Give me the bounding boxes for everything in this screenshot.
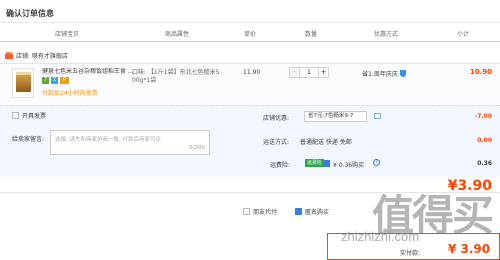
message-char-count: 0/200: [189, 145, 205, 151]
page-title: 确认订单信息: [6, 9, 54, 18]
column-header: 商品属性: [165, 31, 190, 38]
chat-icon[interactable]: [374, 113, 381, 119]
shop-info[interactable]: 店铺: 够有才旗舰店: [5, 50, 68, 60]
consumer-protection-icon[interactable]: X: [51, 77, 58, 84]
coupon-amount: -7.00: [474, 113, 492, 120]
insurance-amount: 0.36: [477, 160, 492, 167]
friend-pay-checkbox[interactable]: [243, 208, 250, 215]
decrease-quantity-button[interactable]: −: [289, 67, 300, 78]
watermark-url: zhizhizhi.com: [341, 229, 420, 244]
insurance-price: ¥ 0.36购买: [333, 162, 365, 169]
unit-price: 11.90: [243, 69, 261, 76]
insurance-checkbox[interactable]: [323, 160, 330, 167]
shipping-method: 普通配送 快递 免邮: [300, 139, 352, 146]
product-attributes: 口味: 【1斤1袋】东北七色糙米5 00g*1袋: [132, 69, 220, 84]
shop-name: 店铺: 够有才旗舰店: [16, 52, 68, 60]
insurance-badge: 运费险: [305, 159, 325, 167]
column-header: 小计: [457, 31, 470, 38]
shop-icon: [5, 51, 13, 59]
shipping-amount: 0.00: [477, 137, 492, 144]
shield-icon: [399, 70, 406, 77]
message-placeholder: 选填, 请先和商家协商一致, 付款后商家可见: [55, 137, 161, 143]
friend-pay-option[interactable]: 朋友代付: [243, 207, 277, 216]
anonymous-option[interactable]: 匿名购买: [295, 207, 329, 216]
quantity-input[interactable]: 1: [300, 67, 318, 78]
seven-day-return-icon[interactable]: 7: [42, 77, 49, 84]
insurance-label: 运费险:: [270, 162, 291, 169]
shipping-label: 运送方式:: [263, 139, 290, 146]
column-header: 数量: [305, 31, 318, 38]
invoice-checkbox[interactable]: [12, 112, 19, 119]
coupon-select[interactable]: 省7元:7色糙米9-7: [304, 111, 367, 122]
anonymous-checkbox[interactable]: [295, 208, 302, 215]
coupon-label: 店铺优惠:: [263, 115, 290, 122]
help-icon[interactable]: ?: [373, 159, 380, 166]
invoice-label: 开具发票: [22, 113, 47, 120]
table-header: 店铺宝贝 商品属性 单价 数量 优惠方式 小计: [0, 27, 500, 39]
product-image: [16, 74, 31, 92]
column-header: 单价: [244, 31, 257, 38]
payment-badge-icon[interactable]: P: [60, 77, 69, 84]
product-thumbnail[interactable]: [12, 68, 34, 98]
seller-message-textarea[interactable]: 选填, 请先和商家协商一致, 付款后商家可见 0/200: [50, 130, 210, 155]
header-divider: [0, 41, 500, 42]
pay-label: 实付款:: [400, 250, 421, 257]
title-divider: [0, 22, 500, 23]
order-confirm-page: 确认订单信息 店铺宝贝 商品属性 单价 数量 优惠方式 小计 店铺: 够有才旗舰…: [0, 0, 500, 260]
delivery-promise: 付款后24小时内发货: [42, 90, 98, 97]
increase-quantity-button[interactable]: +: [318, 67, 329, 78]
column-header: 优惠方式: [374, 31, 399, 38]
discount-info: 省1:周年庆庆: [362, 69, 406, 78]
invoice-option[interactable]: 开具发票: [12, 111, 46, 120]
service-badges: 7 X P: [42, 77, 69, 84]
item-subtotal: 10.90: [469, 68, 492, 76]
message-label: 给卖家留言:: [12, 136, 45, 143]
quantity-stepper: − 1 +: [289, 67, 329, 78]
column-header: 店铺宝贝: [55, 31, 80, 38]
pay-amount: ¥ 3.90: [448, 242, 491, 256]
